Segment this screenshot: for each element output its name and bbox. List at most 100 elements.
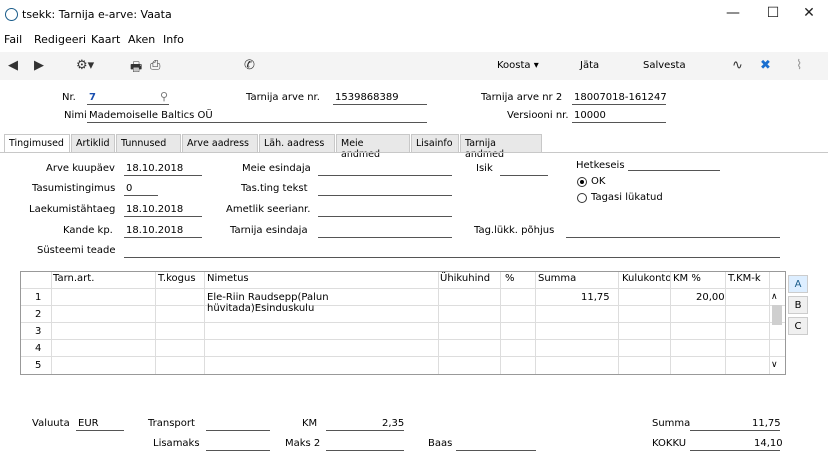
tarnija-esindaja-label: Tarnija esindaja xyxy=(230,225,308,236)
tarnija-esindaja-field[interactable] xyxy=(318,237,452,238)
tab-artiklid[interactable]: Artiklid xyxy=(71,134,115,152)
versiooni-field[interactable]: 10000 xyxy=(574,110,606,121)
row-1-km-percent[interactable]: 20,00 xyxy=(696,292,725,303)
menu-redigeeri[interactable]: Redigeeri xyxy=(34,33,86,46)
salvesta-button[interactable]: Salvesta xyxy=(643,60,686,71)
col-header-km-percent: KM % xyxy=(673,273,701,284)
attachment-icon[interactable]: ⌇ xyxy=(796,58,802,73)
tarnija-arve-field[interactable]: 1539868389 xyxy=(335,92,399,103)
col-header-t-km-k: T.KM-k xyxy=(728,273,761,284)
arve-kuupaev-field[interactable]: 18.10.2018 xyxy=(126,163,183,174)
valuuta-field[interactable]: EUR xyxy=(78,418,99,429)
nimi-label: Nimi xyxy=(64,110,87,121)
row-number: 5 xyxy=(35,360,42,371)
arve-kuupaev-label: Arve kuupäev xyxy=(46,163,115,174)
laekumistahtaeg-field[interactable]: 18.10.2018 xyxy=(126,204,183,215)
tab-arve-aadress[interactable]: Arve aadress xyxy=(182,134,258,152)
tas-ting-tekst-label: Tas.ting tekst xyxy=(241,183,308,194)
tarnija-arve2-field[interactable]: 18007018-161247 xyxy=(574,92,667,103)
tab-tarnija-andmed[interactable]: Tarnija andmed xyxy=(460,134,542,160)
transport-label: Transport xyxy=(148,418,195,429)
side-tab-b[interactable]: B xyxy=(788,296,808,314)
title-bar: tsekk: Tarnija e-arve: Vaata — ☐ ✕ xyxy=(0,0,828,30)
toolbar: ◀ ▶ ⚙▾ 🖶 ⎙ ✆ Koosta ▾ Jäta Salvesta ∿ ✖ … xyxy=(0,52,828,80)
valuuta-label: Valuuta xyxy=(32,418,70,429)
nr-label: Nr. xyxy=(62,92,76,103)
row-number: 1 xyxy=(35,292,42,303)
items-grid: Tarn.art. T.kogus Nimetus Ühikuhind % Su… xyxy=(20,271,786,375)
maks2-field[interactable] xyxy=(326,450,404,451)
row-number: 2 xyxy=(35,309,42,320)
isik-field[interactable] xyxy=(500,175,548,176)
menu-fail[interactable]: Fail xyxy=(4,33,22,46)
km-field[interactable]: 2,35 xyxy=(382,418,404,429)
nr-field[interactable]: 7 xyxy=(89,92,96,103)
tab-lisainfo[interactable]: Lisainfo xyxy=(411,134,459,152)
menu-aken[interactable]: Aken xyxy=(128,33,155,46)
next-record-icon[interactable]: ▶ xyxy=(34,58,44,73)
radio-ok-label: OK xyxy=(591,176,606,187)
baas-label: Baas xyxy=(428,438,453,449)
print-preview-icon[interactable]: ⎙ xyxy=(150,58,160,73)
hetkeseis-label: Hetkeseis xyxy=(576,160,625,171)
scroll-up-icon[interactable]: ∧ xyxy=(771,292,778,302)
expand-icon[interactable]: ✖ xyxy=(760,58,771,73)
tas-ting-tekst-field[interactable] xyxy=(318,195,452,196)
scrollbar-thumb[interactable] xyxy=(772,305,782,325)
tasumistingimus-label: Tasumistingimus xyxy=(32,183,116,194)
lisamaks-field[interactable] xyxy=(206,450,270,451)
km-label: KM xyxy=(302,418,318,429)
close-button[interactable]: ✕ xyxy=(794,5,824,21)
col-header-kulukonto: Kulukonto xyxy=(622,273,672,284)
tab-tunnused[interactable]: Tunnused xyxy=(116,134,181,152)
lisamaks-label: Lisamaks xyxy=(153,438,200,449)
gear-icon[interactable]: ⚙▾ xyxy=(76,58,94,73)
previous-record-icon[interactable]: ◀ xyxy=(8,58,18,73)
jata-button[interactable]: Jäta xyxy=(580,60,599,71)
print-icon[interactable]: 🖶 xyxy=(130,58,142,80)
systeemi-teade-label: Süsteemi teade xyxy=(37,245,116,256)
tab-lah-aadress[interactable]: Läh. aadress xyxy=(259,134,335,152)
col-header-uhikuhind: Ühikuhind xyxy=(440,273,491,284)
tag-lukk-pohjus-field[interactable] xyxy=(566,237,780,238)
summa-field: 11,75 xyxy=(752,418,781,429)
col-header-t-kogus: T.kogus xyxy=(158,273,196,284)
radio-ok[interactable] xyxy=(577,177,587,187)
ametlik-seerianr-field[interactable] xyxy=(318,216,452,217)
tarnija-arve-label: Tarnija arve nr. xyxy=(246,92,320,103)
transport-field[interactable] xyxy=(206,430,270,431)
scroll-down-icon[interactable]: ∨ xyxy=(771,360,778,370)
menu-kaart[interactable]: Kaart xyxy=(91,33,120,46)
row-number: 4 xyxy=(35,343,42,354)
radio-tagasi-lukatud-label: Tagasi lükatud xyxy=(591,192,663,203)
search-icon[interactable]: ⚲ xyxy=(160,90,168,103)
summa-label: Summa xyxy=(652,418,691,429)
tab-tingimused[interactable]: Tingimused xyxy=(4,134,70,153)
side-tab-c[interactable]: C xyxy=(788,317,808,335)
baas-field[interactable] xyxy=(456,450,536,451)
koosta-button[interactable]: Koosta ▾ xyxy=(497,60,539,71)
maks2-label: Maks 2 xyxy=(285,438,321,449)
col-header-percent: % xyxy=(505,273,515,284)
row-1-nimetus[interactable]: Ele-Riin Raudsepp(Palun hüvitada)Esindus… xyxy=(207,292,437,314)
minimize-button[interactable]: — xyxy=(718,5,748,21)
side-tab-a[interactable]: A xyxy=(788,275,808,293)
window-title: tsekk: Tarnija e-arve: Vaata xyxy=(22,8,172,21)
row-1-summa[interactable]: 11,75 xyxy=(581,292,610,303)
kokku-label: KOKKU xyxy=(652,438,687,449)
maximize-button[interactable]: ☐ xyxy=(758,5,788,21)
meie-esindaja-label: Meie esindaja xyxy=(242,163,311,174)
radio-tagasi-lukatud[interactable] xyxy=(577,193,587,203)
menu-info[interactable]: Info xyxy=(163,33,184,46)
meie-esindaja-field[interactable] xyxy=(318,175,452,176)
activity-icon[interactable]: ∿ xyxy=(732,58,743,73)
kande-kp-field[interactable]: 18.10.2018 xyxy=(126,225,183,236)
col-header-tarn-art: Tarn.art. xyxy=(53,273,95,284)
tarnija-arve2-label: Tarnija arve nr 2 xyxy=(481,92,563,103)
versiooni-label: Versiooni nr. xyxy=(507,110,569,121)
phone-icon[interactable]: ✆ xyxy=(244,58,255,73)
tab-meie-andmed[interactable]: Meie andmed xyxy=(336,134,410,160)
nimi-field[interactable]: Mademoiselle Baltics OÜ xyxy=(89,110,213,121)
col-header-nimetus: Nimetus xyxy=(207,273,249,284)
tasumistingimus-field[interactable]: 0 xyxy=(126,183,132,194)
